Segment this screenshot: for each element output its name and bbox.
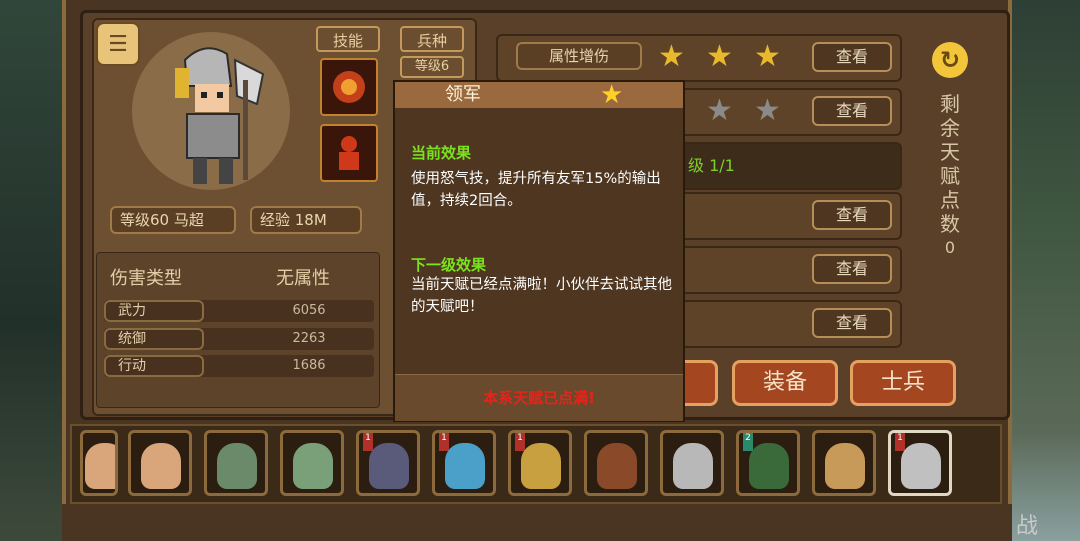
- hero-slot[interactable]: 1: [508, 430, 572, 496]
- current-effect-label: 当前效果: [411, 144, 472, 162]
- star-icon: ★: [754, 39, 781, 74]
- remaining-label: 剩余天赋点数: [940, 92, 960, 236]
- hero-slot[interactable]: 1: [356, 430, 420, 496]
- view-button[interactable]: 查看: [812, 42, 892, 72]
- skill-figure-icon[interactable]: [320, 124, 378, 182]
- star-empty-icon: ★: [706, 93, 733, 128]
- stat-value: 1686: [292, 358, 326, 373]
- view-button[interactable]: 查看: [812, 200, 892, 230]
- background-right: [1000, 0, 1080, 541]
- footer-frame: [62, 504, 1012, 541]
- stat-name: 行动: [104, 355, 204, 377]
- stat-name: 武力: [104, 300, 204, 322]
- troop-level-tag: 等级6: [400, 56, 464, 78]
- hero-level-name: 等级60 马超: [110, 206, 236, 234]
- popup-title: 领军: [445, 84, 481, 105]
- star-icon: ★: [600, 80, 624, 110]
- star-icon: ★: [706, 39, 733, 74]
- menu-list-icon[interactable]: ☰: [96, 22, 140, 66]
- background-left: [0, 0, 70, 541]
- hero-slot[interactable]: [204, 430, 268, 496]
- stat-value: 2263: [292, 331, 326, 346]
- slot-badge: 1: [895, 433, 905, 451]
- hero-slot[interactable]: [660, 430, 724, 496]
- hero-slot[interactable]: [584, 430, 648, 496]
- soldier-button[interactable]: 士兵: [850, 360, 956, 406]
- slot-badge: 1: [439, 433, 449, 451]
- star-empty-icon: ★: [754, 93, 781, 128]
- talent-level-text: 级 1/1: [688, 156, 735, 175]
- talent-row-label: 属性增伤: [516, 42, 642, 70]
- next-effect-text: 当前天赋已经点满啦！小伙伴去试试其他的天赋吧！: [411, 277, 672, 315]
- stat-row: 行动 1686: [104, 355, 374, 377]
- maxed-notice: 本系天赋已点满!: [483, 389, 595, 407]
- slot-badge: 1: [363, 433, 373, 451]
- hero-slot[interactable]: [80, 430, 118, 496]
- remaining-value: 0: [944, 238, 956, 257]
- hero-slot[interactable]: [812, 430, 876, 496]
- slot-badge: 2: [743, 433, 753, 451]
- stat-row: 统御 2263: [104, 328, 374, 350]
- tab-skills[interactable]: 技能: [316, 26, 380, 52]
- view-button[interactable]: 查看: [812, 308, 892, 338]
- hero-slot[interactable]: [280, 430, 344, 496]
- hero-slot-selected[interactable]: 1: [888, 430, 952, 496]
- stat-name: 统御: [104, 328, 204, 350]
- skill-rage-icon[interactable]: [320, 58, 378, 116]
- damage-type-label: 伤害类型: [110, 268, 182, 289]
- view-button[interactable]: 查看: [812, 254, 892, 284]
- stat-row: 武力 6056: [104, 300, 374, 322]
- equip-button[interactable]: 装备: [732, 360, 838, 406]
- damage-type-value: 无属性: [276, 268, 330, 289]
- hero-sprite: [175, 47, 265, 184]
- battle-tab[interactable]: 战: [1016, 508, 1038, 540]
- view-button[interactable]: 查看: [812, 96, 892, 126]
- stat-value: 6056: [292, 303, 326, 318]
- hero-exp: 经验 18M: [250, 206, 362, 234]
- hero-slot[interactable]: 1: [432, 430, 496, 496]
- talent-popup: 领军 ★ 当前效果 使用怒气技，提升所有友军15%的输出值，持续2回合。 下一级…: [393, 80, 685, 422]
- star-icon: ★: [658, 39, 685, 74]
- remaining-talent-points: 剩余天赋点数 0: [936, 92, 964, 260]
- current-effect-text: 使用怒气技，提升所有友军15%的输出值，持续2回合。: [411, 171, 661, 209]
- refresh-icon[interactable]: ↻: [932, 42, 968, 78]
- hero-slot[interactable]: 2: [736, 430, 800, 496]
- popup-footer: 本系天赋已点满!: [395, 374, 683, 421]
- next-effect-label: 下一级效果: [411, 256, 487, 274]
- hero-slot[interactable]: [128, 430, 192, 496]
- slot-badge: 1: [515, 433, 525, 451]
- popup-header: [395, 82, 683, 108]
- tab-troops[interactable]: 兵种: [400, 26, 464, 52]
